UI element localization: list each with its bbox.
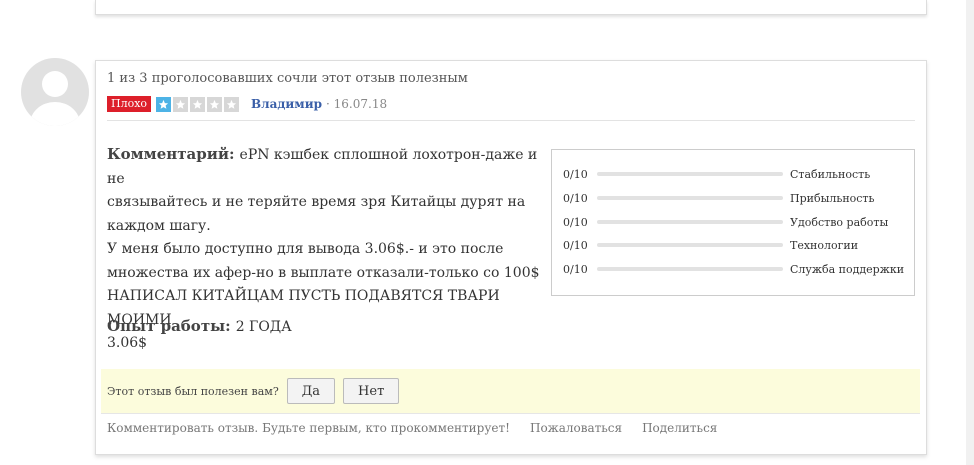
author-link[interactable]: Владимир [251, 97, 322, 111]
rating-row: 0/10 Стабильность [563, 166, 870, 182]
helpful-count: 1 из 3 проголосовавших сочли этот отзыв … [107, 71, 468, 86]
review-date: · 16.07.18 [326, 97, 388, 111]
rating-name: Удобство работы [790, 215, 889, 229]
rating-bar [597, 196, 783, 200]
star-icon [173, 96, 189, 112]
rating-name: Стабильность [790, 167, 871, 181]
rating-score: 0/10 [563, 238, 588, 252]
comment-line: множества их афер-но в выплате отказали-… [107, 264, 540, 281]
star-icon [207, 96, 223, 112]
avatar [21, 58, 89, 126]
rating-bar [597, 220, 783, 224]
previous-review-card [95, 0, 927, 15]
rating-score: 0/10 [563, 167, 588, 181]
vote-yes-button[interactable]: Да [286, 378, 336, 404]
comment-line: связывайтесь и не теряйте время зря Кита… [107, 194, 526, 210]
ratings-box: 0/10 Стабильность 0/10 Прибыльность 0/10… [551, 149, 915, 296]
star-icon [156, 96, 172, 112]
comment-line: У меня было доступно для вывода 3.06$.- … [107, 241, 504, 257]
scrollbar[interactable] [966, 0, 974, 465]
review-meta: Плохо Владимир · 16.07.18 [107, 95, 387, 113]
rating-row: 0/10 Прибыльность [563, 190, 875, 206]
helpful-question: Этот отзыв был полезен вам? [107, 384, 279, 398]
divider [107, 120, 915, 121]
comment-review-link[interactable]: Комментировать отзыв. Будьте первым, кто… [107, 421, 510, 435]
helpful-prompt: Этот отзыв был полезен вам? Да Нет [101, 369, 920, 413]
experience-label: Опыт работы: [107, 317, 231, 335]
review-card: 1 из 3 проголосовавших сочли этот отзыв … [95, 60, 927, 455]
rating-row: 0/10 Служба поддержки [563, 261, 904, 277]
share-link[interactable]: Поделиться [642, 421, 717, 435]
rating-bar [597, 243, 783, 247]
star-icon [190, 96, 206, 112]
star-icon [224, 96, 240, 112]
report-link[interactable]: Пожаловаться [530, 421, 622, 435]
rating-name: Технологии [790, 238, 859, 252]
star-rating [156, 96, 240, 112]
comment-label: Комментарий: [107, 145, 235, 163]
footer-divider [101, 413, 920, 414]
vote-no-button[interactable]: Нет [343, 378, 400, 404]
experience: Опыт работы: 2 ГОДА [107, 317, 292, 335]
rating-row: 0/10 Технологии [563, 237, 858, 253]
comment-line: 3.06$ [107, 335, 148, 351]
rating-name: Прибыльность [790, 191, 875, 205]
rating-score: 0/10 [563, 191, 588, 205]
verdict-badge: Плохо [107, 96, 152, 112]
footer-links: Комментировать отзыв. Будьте первым, кто… [107, 421, 737, 435]
rating-score: 0/10 [563, 262, 588, 276]
rating-name: Служба поддержки [790, 262, 905, 276]
rating-bar [597, 267, 783, 271]
experience-value: 2 ГОДА [235, 319, 292, 335]
user-silhouette-icon [30, 71, 80, 126]
comment-line: каждом шагу. [107, 217, 211, 234]
rating-score: 0/10 [563, 215, 588, 229]
rating-row: 0/10 Удобство работы [563, 214, 888, 230]
rating-bar [597, 172, 783, 176]
